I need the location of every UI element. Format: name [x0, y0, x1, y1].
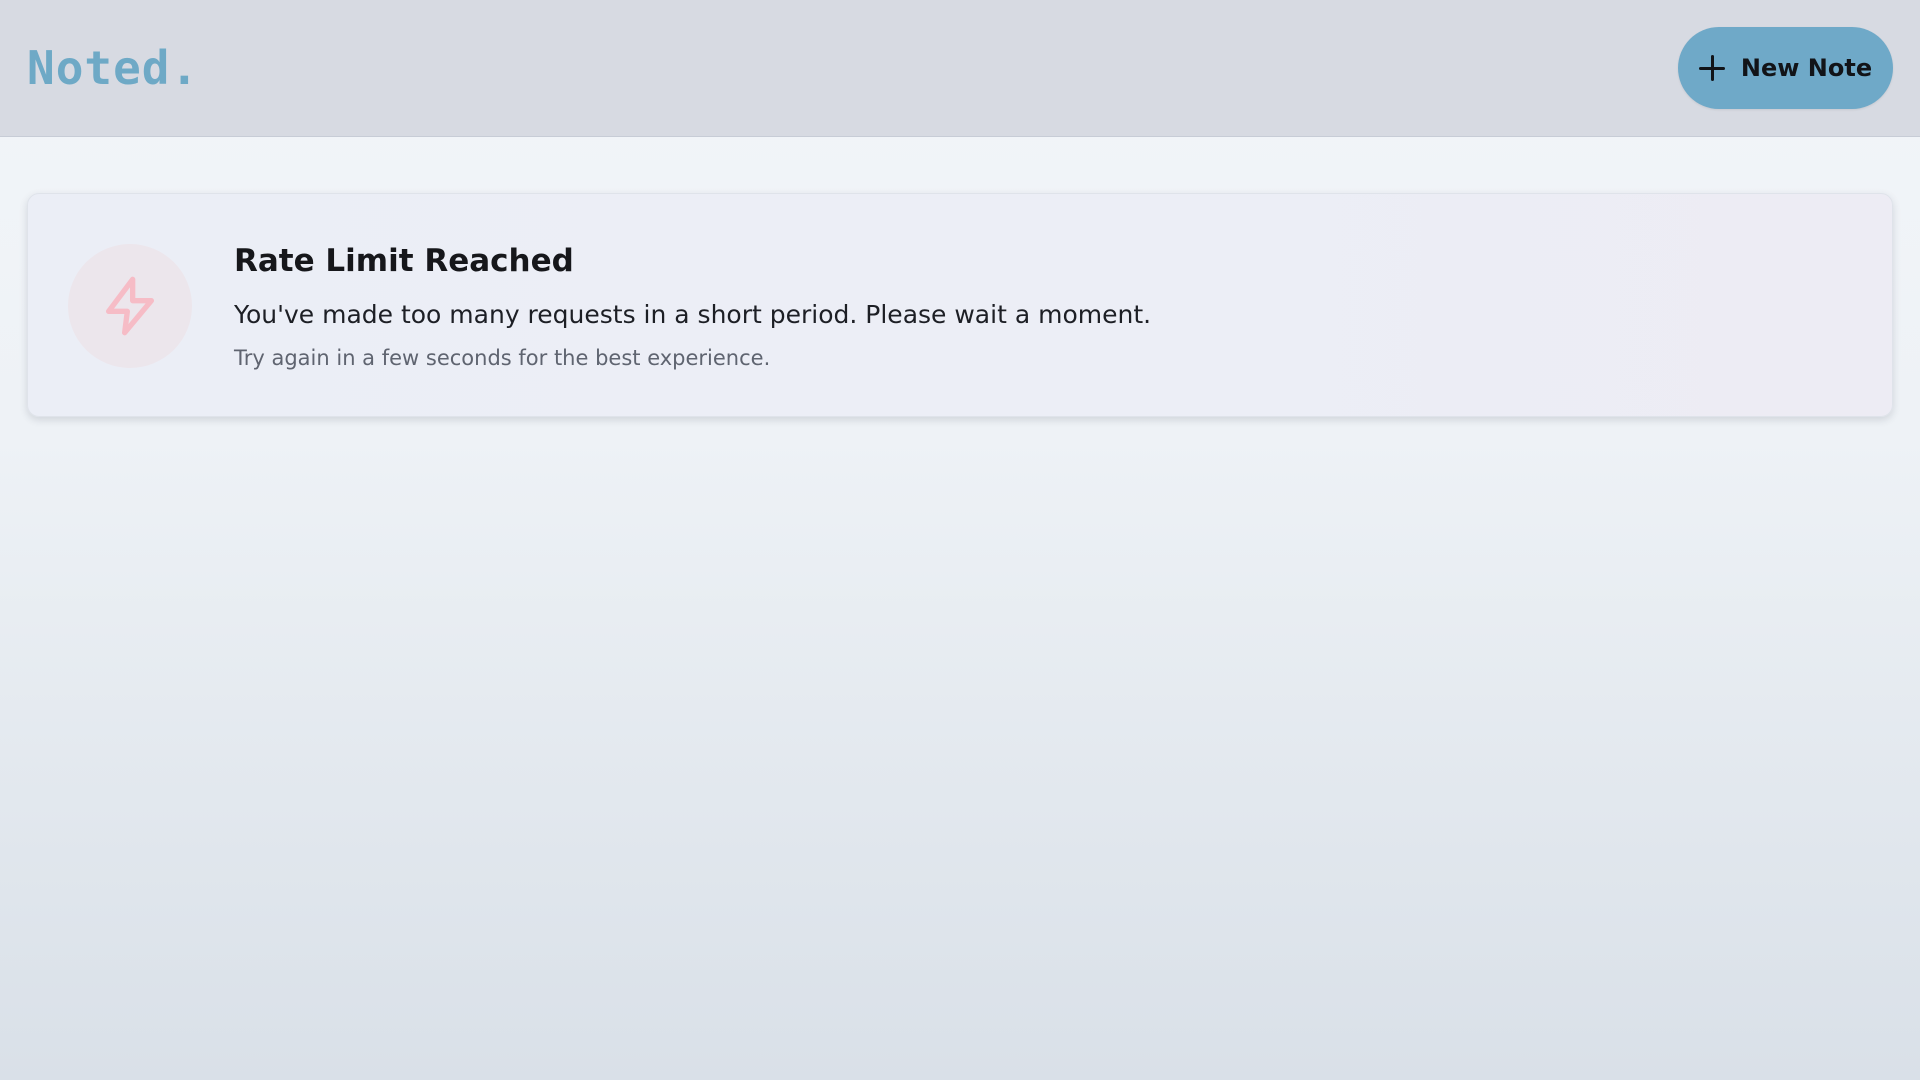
top-bar: Noted. New Note [0, 0, 1920, 137]
new-note-label: New Note [1740, 54, 1873, 82]
alert-message: You've made too many requests in a short… [234, 300, 1152, 330]
main-content: Rate Limit Reached You've made too many … [0, 137, 1920, 417]
app-root: Noted. New Note Rate Limit Reached You'v… [0, 0, 1920, 1080]
lightning-bolt-icon [106, 276, 154, 336]
plus-icon [1698, 55, 1725, 81]
rate-limit-alert: Rate Limit Reached You've made too many … [27, 193, 1893, 417]
alert-hint: Try again in a few seconds for the best … [234, 346, 771, 371]
alert-text-block: Rate Limit Reached You've made too many … [234, 244, 1151, 371]
app-logo[interactable]: Noted. [27, 41, 199, 95]
alert-icon-circle [68, 244, 192, 368]
alert-title: Rate Limit Reached [234, 243, 574, 279]
new-note-button[interactable]: New Note [1678, 27, 1893, 109]
